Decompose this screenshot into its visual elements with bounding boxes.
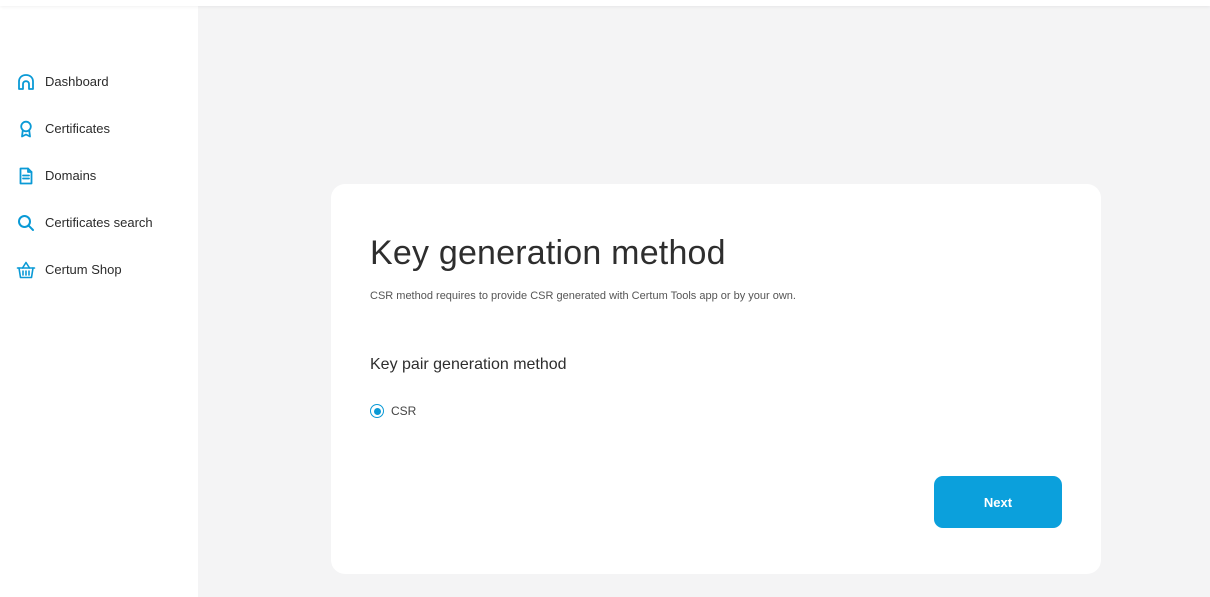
sidebar-item-certificates-search[interactable]: Certificates search: [0, 199, 198, 246]
next-button[interactable]: Next: [934, 476, 1062, 528]
sidebar-item-certum-shop[interactable]: Certum Shop: [0, 246, 198, 293]
radio-label: CSR: [391, 404, 417, 418]
award-icon: [16, 119, 36, 139]
sidebar-item-dashboard[interactable]: Dashboard: [0, 58, 198, 105]
sidebar-item-certificates[interactable]: Certificates: [0, 105, 198, 152]
search-icon: [16, 213, 36, 233]
top-bar: [0, 0, 1210, 6]
basket-icon: [16, 260, 36, 280]
sidebar-item-label: Dashboard: [45, 74, 109, 89]
section-title: Key pair generation method: [370, 356, 567, 373]
sidebar-item-label: Certum Shop: [45, 262, 122, 277]
sidebar-item-domains[interactable]: Domains: [0, 152, 198, 199]
sidebar: Dashboard Certificates Domains Certifica…: [0, 0, 198, 597]
sidebar-nav: Dashboard Certificates Domains Certifica…: [0, 58, 198, 293]
radio-option-csr[interactable]: CSR: [370, 404, 416, 418]
sidebar-item-label: Certificates: [45, 121, 111, 136]
sidebar-item-label: Certificates search: [45, 215, 153, 230]
app-root: Dashboard Certificates Domains Certifica…: [0, 0, 1210, 597]
page-title: Key generation method: [370, 234, 726, 272]
document-icon: [16, 166, 36, 186]
sidebar-item-label: Domains: [45, 168, 97, 183]
key-generation-card: Key generation method CSR method require…: [331, 184, 1101, 574]
page-description: CSR method requires to provide CSR gener…: [370, 290, 796, 302]
radio-selected-dot: [373, 407, 381, 415]
home-icon: [16, 72, 36, 92]
radio-button[interactable]: [370, 404, 384, 418]
